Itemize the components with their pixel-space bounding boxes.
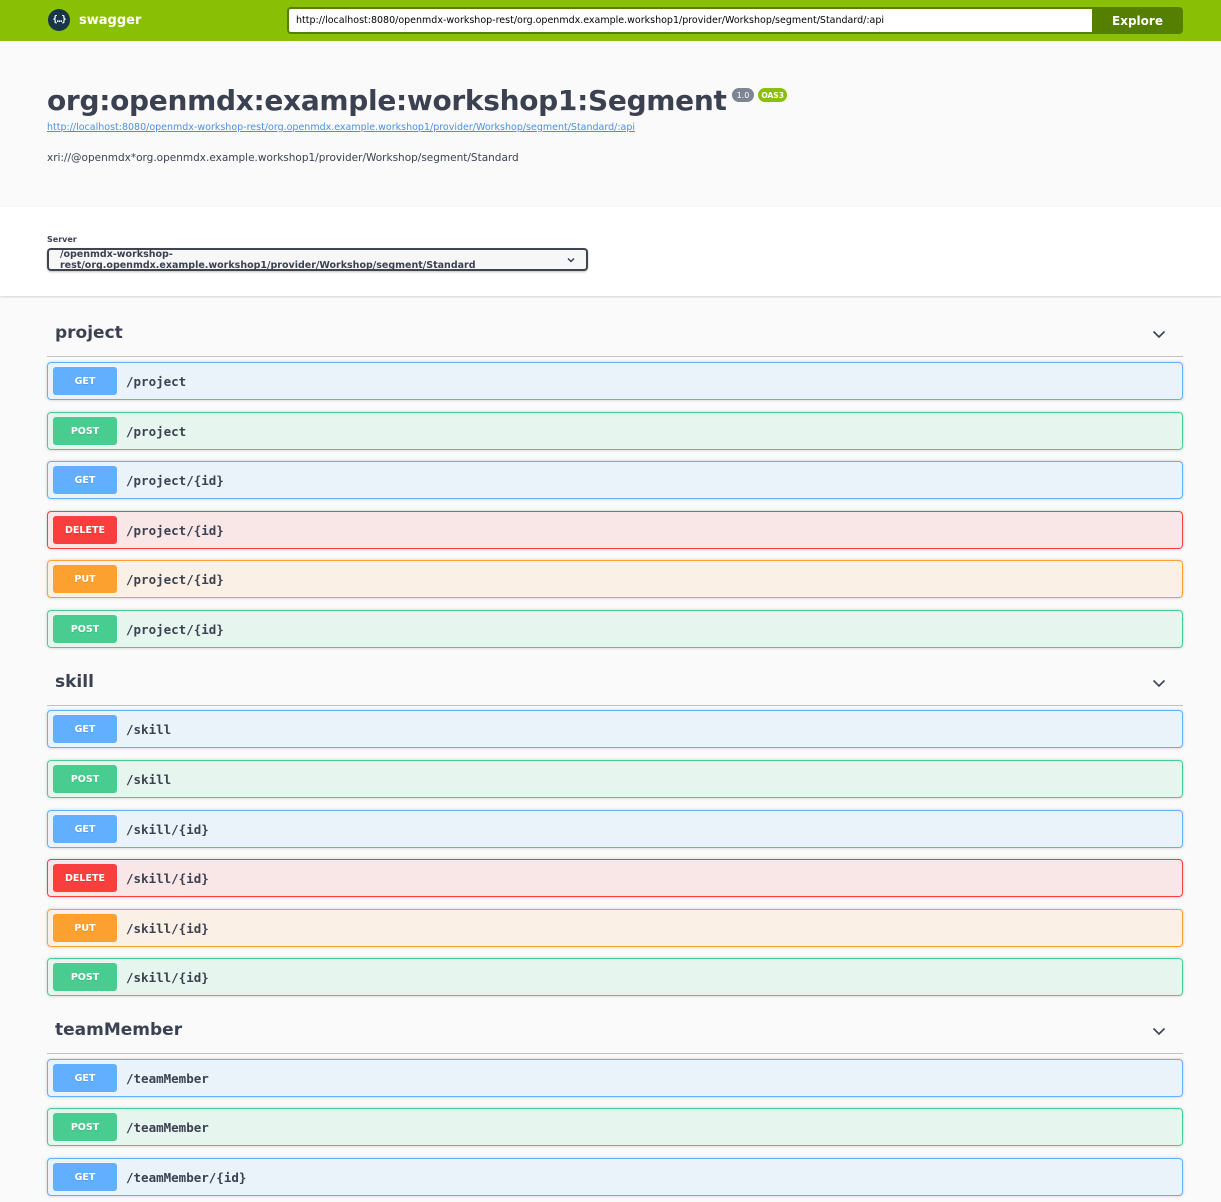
chevron-down-icon[interactable] xyxy=(1152,676,1166,690)
operation-row[interactable]: GET /skill/{id} xyxy=(47,810,1183,848)
operation-row[interactable]: GET /project xyxy=(47,362,1183,400)
operation-path: /project xyxy=(126,423,187,439)
operation-row[interactable]: POST /skill/{id} xyxy=(47,958,1183,996)
method-badge: GET xyxy=(53,1064,117,1092)
operation-path: /skill/{id} xyxy=(126,920,209,936)
operation-row[interactable]: GET /teamMember xyxy=(47,1059,1183,1097)
chevron-down-icon[interactable] xyxy=(1152,1024,1166,1038)
swagger-logo-text: swagger xyxy=(79,12,142,28)
chevron-down-icon xyxy=(567,257,575,263)
operation-row[interactable]: GET /teamMember/{id} xyxy=(47,1158,1183,1196)
operation-path: /teamMember xyxy=(126,1070,209,1086)
operation-path: /skill/{id} xyxy=(126,821,209,837)
server-select[interactable]: /openmdx-workshop-rest/org.openmdx.examp… xyxy=(47,248,588,271)
operation-path: /skill xyxy=(126,771,172,787)
method-badge: POST xyxy=(53,765,117,793)
tag-title: skill xyxy=(55,672,94,692)
swagger-logo[interactable]: {…} swagger xyxy=(48,9,141,31)
spec-url-input[interactable] xyxy=(287,7,1093,34)
swagger-logo-icon: {…} xyxy=(48,9,70,31)
operation-row[interactable]: POST /project/{id} xyxy=(47,610,1183,648)
operation-path: /teamMember/{id} xyxy=(126,1169,247,1185)
operation-path: /project/{id} xyxy=(126,472,224,488)
chevron-down-icon[interactable] xyxy=(1152,327,1166,341)
method-badge: DELETE xyxy=(53,516,117,544)
operation-path: /skill/{id} xyxy=(126,870,209,886)
tag-section-skill[interactable]: skill xyxy=(47,660,1183,706)
servers-section: Server /openmdx-workshop-rest/org.openmd… xyxy=(0,207,1221,296)
method-badge: POST xyxy=(53,963,117,991)
operation-row[interactable]: POST /skill xyxy=(47,760,1183,798)
operation-path: /skill/{id} xyxy=(126,969,209,985)
tag-section-teammember[interactable]: teamMember xyxy=(47,1008,1183,1054)
operation-path: /teamMember xyxy=(126,1119,209,1135)
operation-row[interactable]: PUT /skill/{id} xyxy=(47,909,1183,947)
operation-row[interactable]: DELETE /skill/{id} xyxy=(47,859,1183,897)
title-row: org:openmdx:example:workshop1:Segment 1.… xyxy=(47,82,787,120)
method-badge: PUT xyxy=(53,565,117,593)
explore-button[interactable]: Explore xyxy=(1092,7,1183,34)
operation-path: /project xyxy=(126,373,187,389)
method-badge: PUT xyxy=(53,914,117,942)
operation-row[interactable]: DELETE /project/{id} xyxy=(47,511,1183,549)
tag-title: project xyxy=(55,323,123,343)
page-title: org:openmdx:example:workshop1:Segment xyxy=(47,84,727,117)
method-badge: GET xyxy=(53,1163,117,1191)
operation-row[interactable]: POST /project xyxy=(47,412,1183,450)
spec-url-link[interactable]: http://localhost:8080/openmdx-workshop-r… xyxy=(47,122,635,133)
operation-path: /project/{id} xyxy=(126,522,224,538)
api-description: xri://@openmdx*org.openmdx.example.works… xyxy=(47,152,519,164)
operation-row[interactable]: GET /project/{id} xyxy=(47,461,1183,499)
operation-path: /project/{id} xyxy=(126,571,224,587)
version-badge: 1.0 xyxy=(731,88,755,102)
operation-row[interactable]: POST /teamMember xyxy=(47,1108,1183,1146)
tag-title: teamMember xyxy=(55,1020,183,1040)
method-badge: GET xyxy=(53,367,117,395)
server-label: Server xyxy=(47,235,77,244)
method-badge: DELETE xyxy=(53,864,117,892)
operation-path: /skill xyxy=(126,721,172,737)
operation-row[interactable]: PUT /project/{id} xyxy=(47,560,1183,598)
method-badge: GET xyxy=(53,815,117,843)
method-badge: POST xyxy=(53,417,117,445)
method-badge: GET xyxy=(53,466,117,494)
method-badge: GET xyxy=(53,715,117,743)
method-badge: POST xyxy=(53,1113,117,1141)
server-selected-value: /openmdx-workshop-rest/org.openmdx.examp… xyxy=(60,248,476,271)
tag-section-project[interactable]: project xyxy=(47,311,1183,357)
method-badge: POST xyxy=(53,615,117,643)
operation-row[interactable]: GET /skill xyxy=(47,710,1183,748)
oas-badge: OAS3 xyxy=(758,88,787,102)
operation-path: /project/{id} xyxy=(126,621,224,637)
topbar: {…} swagger Explore xyxy=(0,0,1221,41)
